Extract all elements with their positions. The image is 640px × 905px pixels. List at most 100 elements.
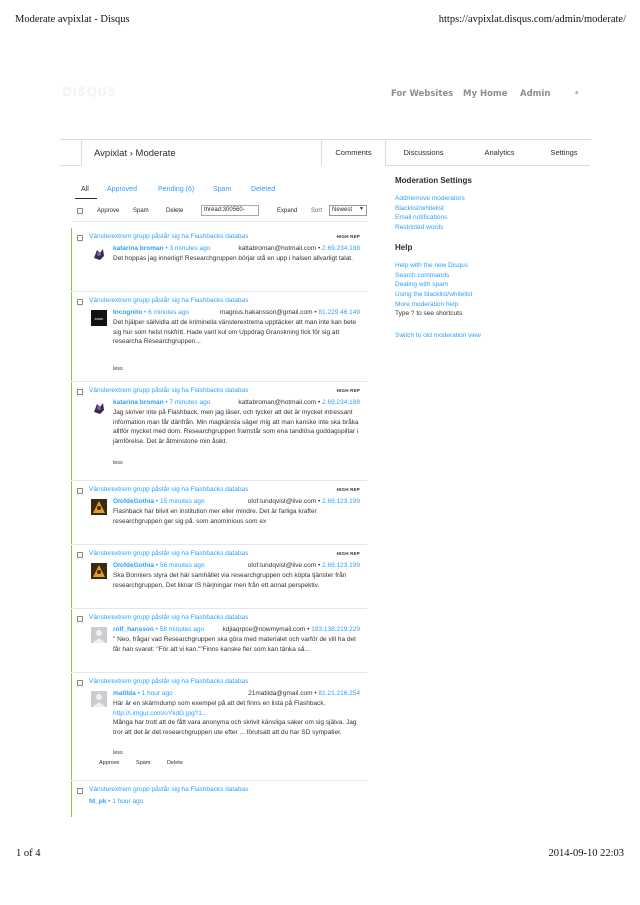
thread-link[interactable]: Vänsterextrem grupp påstår sig ha Flashb… <box>89 786 248 793</box>
comment-time[interactable]: • 58 minutes ago <box>154 626 205 633</box>
author-name[interactable]: katarina broman <box>113 245 164 252</box>
ip-address[interactable]: 2.69.123.199 <box>322 562 360 569</box>
less-toggle[interactable]: less <box>113 460 123 466</box>
tab-settings[interactable]: Settings <box>538 140 590 166</box>
comment-time[interactable]: • 15 minutes ago <box>154 498 205 505</box>
bulk-spam-button[interactable]: Spam <box>133 208 149 214</box>
filter-spam[interactable]: Spam <box>213 186 231 193</box>
author-email: 21matilda@gmail.com • 81.21.216.254 <box>248 690 360 697</box>
sidebar: Moderation Settings Add/remove moderator… <box>395 176 575 341</box>
comment-time[interactable]: • 6 minutes ago <box>142 309 189 316</box>
comment-checkbox[interactable] <box>77 552 83 558</box>
filter-all[interactable]: All <box>81 186 89 193</box>
comment-body: Det hjälper sällvidla att de kriminella … <box>113 319 357 345</box>
comment-time[interactable]: • 56 minutes ago <box>154 562 205 569</box>
ip-address[interactable]: 81.229.46.149 <box>318 309 360 316</box>
restricted-words-link[interactable]: Restricted words <box>395 223 575 233</box>
nav-more-icon[interactable]: • <box>574 89 579 99</box>
author-name[interactable]: Incognito <box>113 309 142 316</box>
comment-checkbox[interactable] <box>77 235 83 241</box>
comment-checkbox[interactable] <box>77 616 83 622</box>
comment-checkbox[interactable] <box>77 299 83 305</box>
delete-button[interactable]: Delete <box>167 760 183 766</box>
filter-approved[interactable]: Approved <box>107 186 137 193</box>
less-toggle[interactable]: less <box>113 366 123 372</box>
author-email: kattabroman@hotmail.com • 2.69.234.188 <box>238 399 360 406</box>
help-heading: Help <box>395 242 413 252</box>
nav-for-websites[interactable]: For Websites <box>391 89 453 99</box>
avatar[interactable] <box>91 246 107 262</box>
approve-button[interactable]: Approve <box>99 760 120 766</box>
comment-checkbox[interactable] <box>77 488 83 494</box>
thread-link[interactable]: Vänsterextrem grupp påstår sig ha Flashb… <box>89 486 248 493</box>
less-toggle[interactable]: less <box>113 750 123 756</box>
email-text: kattabroman@hotmail.com • <box>238 245 323 252</box>
thread-link[interactable]: Vänsterextrem grupp påstår sig ha Flashb… <box>89 233 248 240</box>
default-avatar-icon[interactable] <box>91 627 107 643</box>
comment-time[interactable]: • 1 hour ago <box>136 690 173 697</box>
sort-value: Newest <box>332 207 353 213</box>
more-moderation-help-link[interactable]: More moderation help <box>395 300 575 310</box>
nav-admin[interactable]: Admin <box>520 89 551 99</box>
bulk-delete-button[interactable]: Delete <box>166 208 183 214</box>
thread-link[interactable]: Vänsterextrem grupp påstår sig ha Flashb… <box>89 614 248 621</box>
avatar[interactable] <box>91 563 107 579</box>
email-text: olof.lundqvist@live.com • <box>247 562 323 569</box>
comment-time[interactable]: • 7 minutes ago <box>164 399 210 406</box>
email-notifications-link[interactable]: Email notifications <box>395 213 575 223</box>
comment-time[interactable]: • 1 hour ago <box>106 798 143 805</box>
filter-deleted[interactable]: Deleted <box>251 186 275 193</box>
comment-checkbox[interactable] <box>77 788 83 794</box>
filter-pending[interactable]: Pending (6) <box>158 186 194 193</box>
old-moderation-view-link[interactable]: Switch to old moderation view <box>395 331 575 341</box>
sort-label: Sort <box>311 208 323 214</box>
tab-comments[interactable]: Comments <box>321 140 386 166</box>
tab-analytics[interactable]: Analytics <box>461 140 538 166</box>
author-name[interactable]: matilda <box>113 690 136 697</box>
author-name[interactable]: katarina broman <box>113 399 164 406</box>
svg-text:anon: anon <box>95 317 104 321</box>
comment-checkbox[interactable] <box>77 680 83 686</box>
help-new-disqus-link[interactable]: Help with the new Disqus <box>395 261 575 271</box>
add-remove-moderators-link[interactable]: Add/remove moderators <box>395 194 575 204</box>
comment-time[interactable]: • 3 minutes ago <box>164 245 210 252</box>
bulk-approve-button[interactable]: Approve <box>97 208 119 214</box>
avatar[interactable] <box>91 400 107 416</box>
comment-checkbox[interactable] <box>77 389 83 395</box>
using-blacklist-link[interactable]: Using the blacklist/whitelist <box>395 290 575 300</box>
thread-link[interactable]: Vänsterextrem grupp påstår sig ha Flashb… <box>89 387 248 394</box>
thread-link[interactable]: Vänsterextrem grupp påstår sig ha Flashb… <box>89 297 248 304</box>
comment-body: Flashback har blivit en institution mer … <box>113 508 317 525</box>
expand-button[interactable]: Expand <box>277 208 297 214</box>
avatar[interactable]: anon <box>91 310 107 326</box>
ip-address[interactable]: 193.138.219.229 <box>311 626 360 633</box>
ip-address[interactable]: 81.21.216.254 <box>318 690 360 697</box>
tab-discussions[interactable]: Discussions <box>386 140 461 166</box>
search-input[interactable]: thread:300560- <box>201 205 259 216</box>
dealing-with-spam-link[interactable]: Dealing with spam <box>395 280 575 290</box>
comment-list: Vänsterextrem grupp påstår sig ha Flashb… <box>71 228 367 817</box>
comment-body: Jag skriver inte på Flashback, men jag l… <box>113 409 359 445</box>
sort-select[interactable]: Newest ▼ <box>329 205 367 216</box>
avatar[interactable] <box>91 499 107 515</box>
comment-link[interactable]: http://i.imgur.com/oYkdG.jpg?1... <box>113 709 360 719</box>
default-avatar-icon[interactable] <box>91 691 107 707</box>
spam-button[interactable]: Spam <box>136 760 150 766</box>
ip-address[interactable]: 2.69.234.188 <box>322 399 360 406</box>
thread-link[interactable]: Vänsterextrem grupp påstår sig ha Flashb… <box>89 678 248 685</box>
search-commands-link[interactable]: Search commands <box>395 271 575 281</box>
select-all-checkbox[interactable] <box>77 208 83 214</box>
author-name[interactable]: fd_pk <box>89 798 106 805</box>
blacklist-whitelist-link[interactable]: Blacklist/whitelist <box>395 204 575 214</box>
breadcrumb: Avpixlat › Moderate <box>94 148 176 159</box>
ip-address[interactable]: 2.69.234.188 <box>322 245 360 252</box>
author-email: kattabroman@hotmail.com • 2.69.234.188 <box>238 245 360 252</box>
author-name[interactable]: OlofdeGothia <box>113 562 154 569</box>
bulk-actions: Approve Spam Delete thread:300560- Expan… <box>77 205 367 218</box>
author-name[interactable]: rolf_hansson <box>113 626 154 633</box>
disqus-logo[interactable]: DISQUS <box>62 85 117 99</box>
author-name[interactable]: OlofdeGothia <box>113 498 154 505</box>
thread-link[interactable]: Vänsterextrem grupp påstår sig ha Flashb… <box>89 550 248 557</box>
ip-address[interactable]: 2.69.123.199 <box>322 498 360 505</box>
nav-my-home[interactable]: My Home <box>463 89 508 99</box>
